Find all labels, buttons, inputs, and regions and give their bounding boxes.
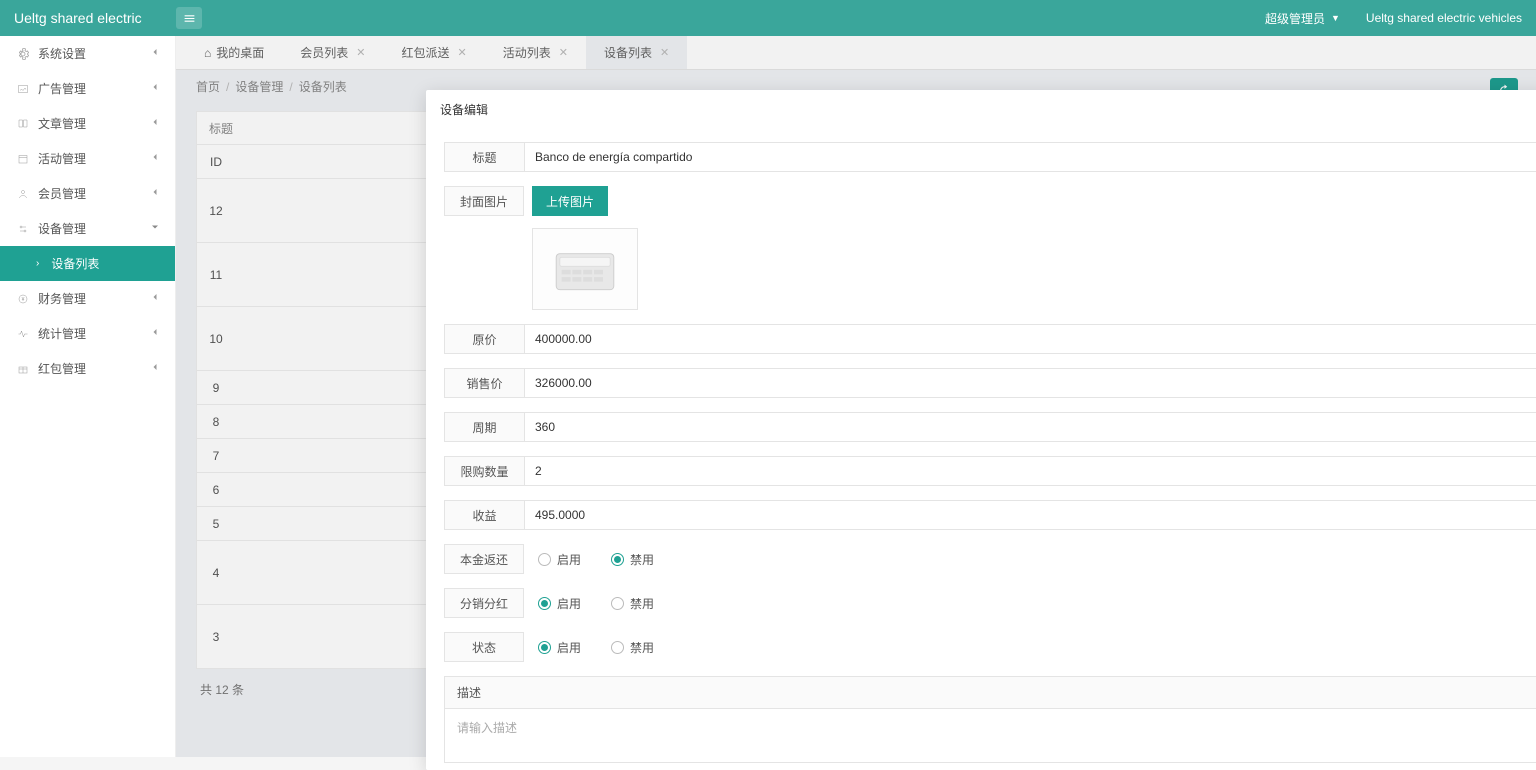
sidebar-item-finance[interactable]: ¥ 财务管理: [0, 281, 175, 316]
caret-down-icon: ▼: [1331, 13, 1340, 23]
modal-title: 设备编辑: [440, 101, 488, 118]
gift-icon: [16, 362, 30, 376]
chevron-left-icon: [149, 116, 161, 131]
sidebar-item-devices[interactable]: 设备管理: [0, 211, 175, 246]
sidebar-item-label: 财务管理: [38, 290, 86, 307]
sidebar-item-redpacket[interactable]: 红包管理: [0, 351, 175, 386]
chevron-left-icon: [149, 46, 161, 61]
radio-principal-disable[interactable]: 禁用: [611, 551, 654, 568]
sidebar-item-label: 文章管理: [38, 115, 86, 132]
chevron-left-icon: [149, 291, 161, 306]
radio-principal-enable[interactable]: 启用: [538, 551, 581, 568]
hamburger-icon: [183, 12, 196, 25]
label-income: 收益: [444, 500, 524, 530]
money-icon: ¥: [16, 292, 30, 306]
sidebar-item-label: 会员管理: [38, 185, 86, 202]
label-orig-price: 原价: [444, 324, 524, 354]
radio-status-disable[interactable]: 禁用: [611, 639, 654, 656]
label-sale-price: 销售价: [444, 368, 524, 398]
input-limit-qty[interactable]: [524, 456, 1536, 486]
upload-image-button[interactable]: 上传图片: [532, 186, 608, 216]
app-subtitle: Ueltg shared electric vehicles: [1366, 11, 1522, 25]
radio-icon: [611, 597, 624, 610]
label-period: 周期: [444, 412, 524, 442]
radio-icon: [611, 641, 624, 654]
input-period[interactable]: [524, 412, 1536, 442]
chevron-right-icon: ›: [36, 258, 39, 269]
device-image-icon: [540, 236, 630, 302]
sidebar: 系统设置 广告管理 文章管理 活动管理 会员管理 设备管理: [0, 36, 176, 757]
sidebar-item-label: 红包管理: [38, 360, 86, 377]
sidebar-item-label: 系统设置: [38, 45, 86, 62]
calendar-icon: [16, 152, 30, 166]
main-area: ⌂ 我的桌面 会员列表 ✕ 红包派送 ✕ 活动列表 ✕ 设备列表 ✕ 首页 /: [176, 36, 1536, 757]
sidebar-item-articles[interactable]: 文章管理: [0, 106, 175, 141]
label-limit-qty: 限购数量: [444, 456, 524, 486]
sidebar-item-label: 活动管理: [38, 150, 86, 167]
radio-status: 启用 禁用: [524, 632, 654, 662]
user-icon: [16, 187, 30, 201]
label-description: 描述: [445, 677, 1536, 709]
chevron-left-icon: [149, 81, 161, 96]
radio-icon: [538, 641, 551, 654]
sidebar-item-activities[interactable]: 活动管理: [0, 141, 175, 176]
device-edit-modal: 设备编辑 — ⛶ ✕ 标题 封面图片 上传图片: [426, 90, 1536, 770]
description-block: 描述: [444, 676, 1536, 763]
chevron-left-icon: [149, 151, 161, 166]
sidebar-item-label: 统计管理: [38, 325, 86, 342]
modal-body: 标题 封面图片 上传图片: [426, 128, 1536, 770]
toggle-sidebar-button[interactable]: [176, 7, 202, 29]
radio-dividend-enable[interactable]: 启用: [538, 595, 581, 612]
pulse-icon: [16, 327, 30, 341]
radio-icon: [538, 553, 551, 566]
sidebar-item-system[interactable]: 系统设置: [0, 36, 175, 71]
sidebar-item-label: 设备管理: [38, 220, 86, 237]
svg-text:¥: ¥: [22, 297, 25, 303]
modal-header: 设备编辑 — ⛶ ✕: [426, 90, 1536, 128]
radio-dividend-disable[interactable]: 禁用: [611, 595, 654, 612]
user-role-label: 超级管理员: [1265, 10, 1325, 27]
chevron-left-icon: [149, 361, 161, 376]
cover-image-preview[interactable]: [532, 228, 638, 310]
input-orig-price[interactable]: [524, 324, 1536, 354]
input-income[interactable]: [524, 500, 1536, 530]
chevron-left-icon: [149, 326, 161, 341]
radio-status-enable[interactable]: 启用: [538, 639, 581, 656]
radio-icon: [611, 553, 624, 566]
radio-icon: [538, 597, 551, 610]
user-role-dropdown[interactable]: 超级管理员 ▼: [1265, 10, 1340, 27]
radio-principal-return: 启用 禁用: [524, 544, 654, 574]
sidebar-subitem-label: 设备列表: [51, 255, 99, 272]
sidebar-item-stats[interactable]: 统计管理: [0, 316, 175, 351]
top-bar: Ueltg shared electric 超级管理员 ▼ Ueltg shar…: [0, 0, 1536, 36]
chevron-left-icon: [149, 186, 161, 201]
sidebar-item-label: 广告管理: [38, 80, 86, 97]
label-title: 标题: [444, 142, 524, 172]
input-title[interactable]: [524, 142, 1536, 172]
image-icon: [16, 82, 30, 96]
gear-icon: [16, 47, 30, 61]
sidebar-item-members[interactable]: 会员管理: [0, 176, 175, 211]
label-principal-return: 本金返还: [444, 544, 524, 574]
label-dist-dividend: 分销分红: [444, 588, 524, 618]
brand-title: Ueltg shared electric: [14, 10, 176, 26]
label-cover: 封面图片: [444, 186, 524, 216]
radio-dist-dividend: 启用 禁用: [524, 588, 654, 618]
device-icon: [16, 222, 30, 236]
chevron-down-icon: [149, 221, 161, 236]
label-status: 状态: [444, 632, 524, 662]
book-icon: [16, 117, 30, 131]
sidebar-item-ads[interactable]: 广告管理: [0, 71, 175, 106]
input-sale-price[interactable]: [524, 368, 1536, 398]
input-description[interactable]: [445, 709, 1536, 759]
sidebar-subitem-device-list[interactable]: › 设备列表: [0, 246, 175, 281]
